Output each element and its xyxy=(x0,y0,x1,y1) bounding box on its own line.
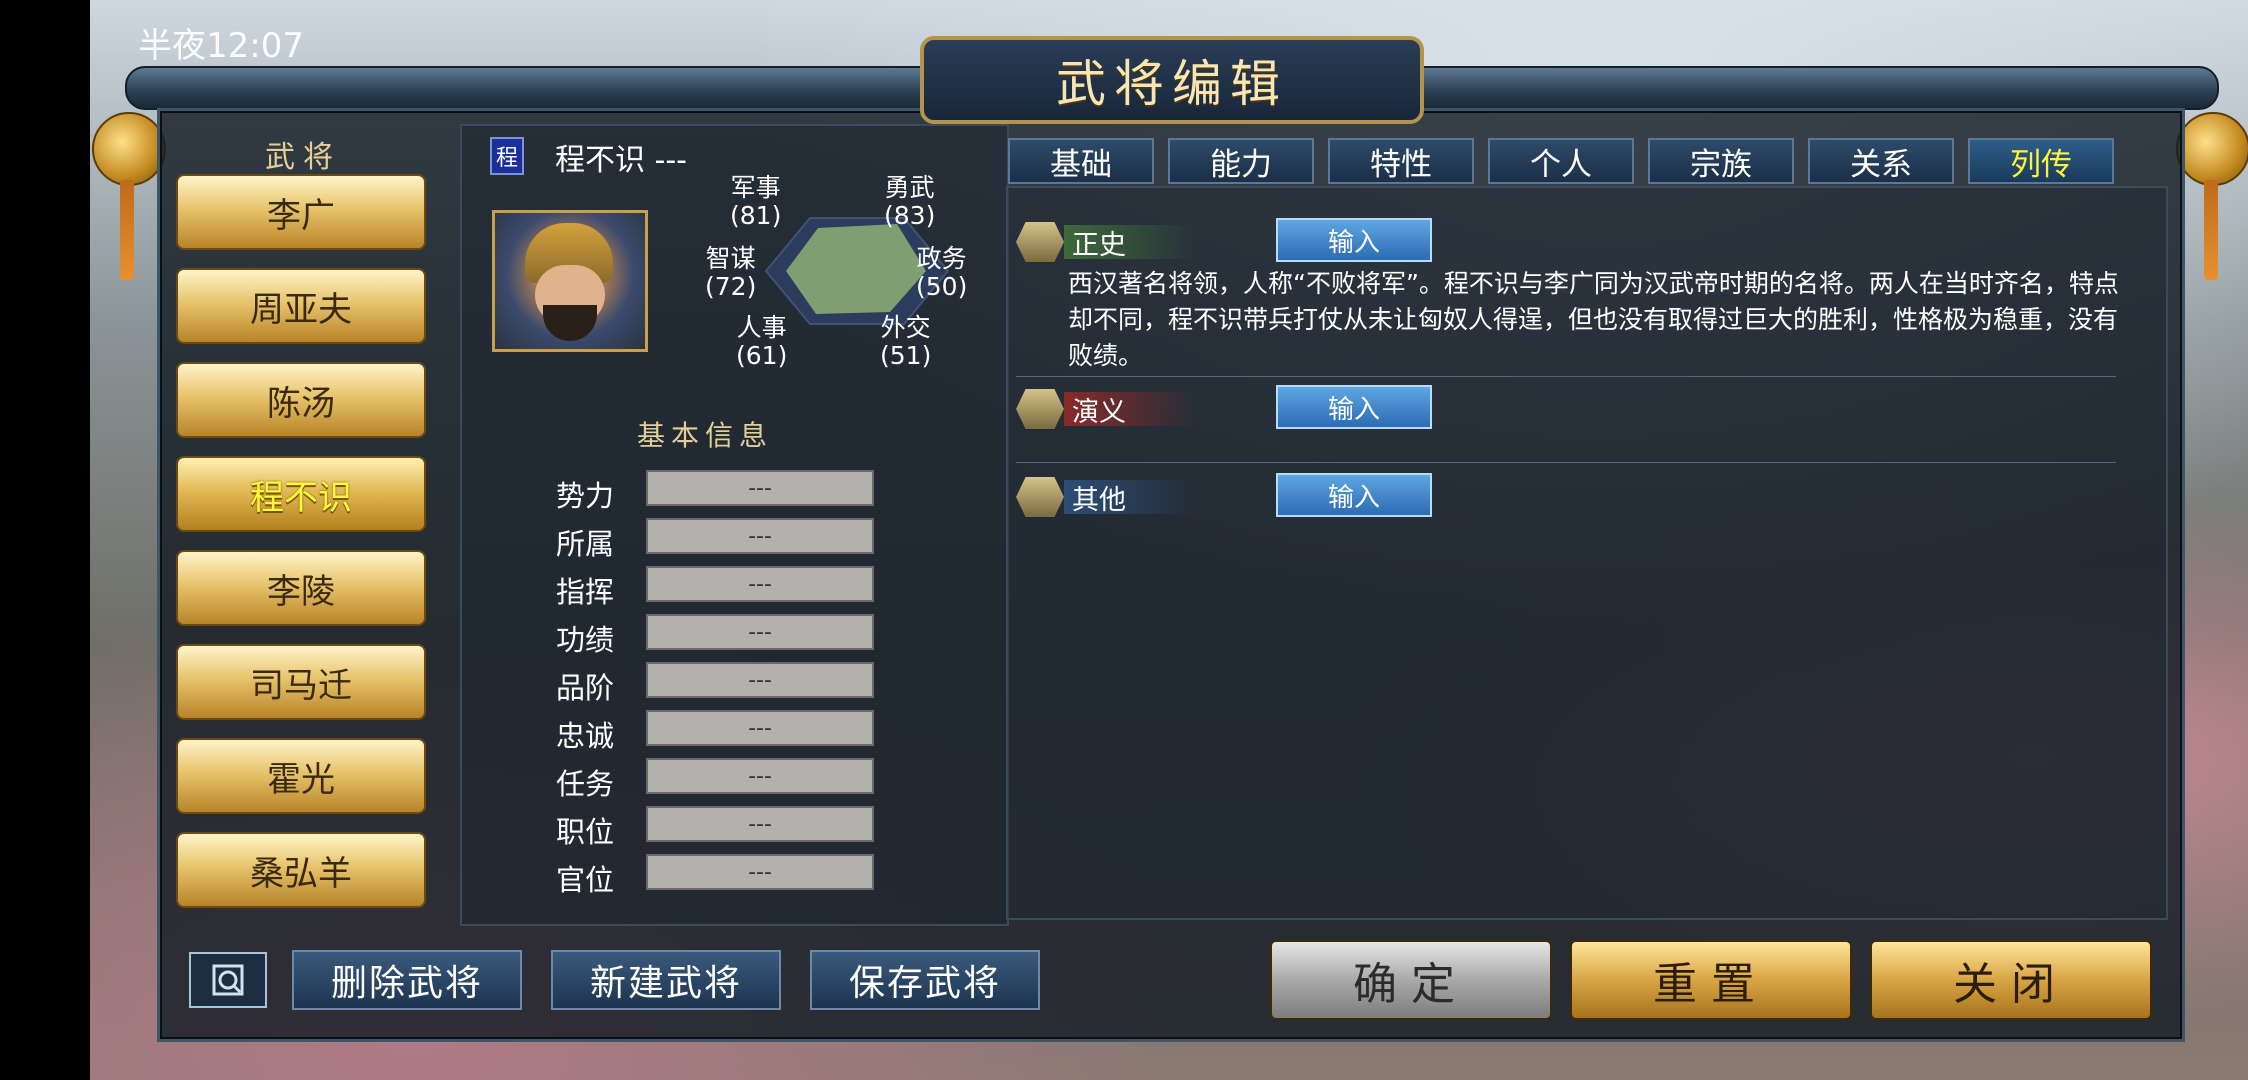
section-other: 其他 xyxy=(1016,477,1196,517)
tab-biography[interactable]: 列传 xyxy=(1968,138,2114,184)
general-item-selected[interactable]: 程不识 xyxy=(176,456,426,532)
status-time: 半夜12:07 xyxy=(138,26,304,66)
sidebar-header: 武将 xyxy=(265,140,341,175)
stat-label: 人事 xyxy=(736,313,787,342)
field-merit[interactable]: --- xyxy=(646,614,874,650)
section-emblem-icon xyxy=(1016,389,1064,429)
field-label: 任务 xyxy=(556,767,615,801)
right-knob-ornament xyxy=(2176,112,2248,186)
section-divider xyxy=(1016,376,2116,377)
general-item[interactable]: 司马迁 xyxy=(176,644,426,720)
left-knob-ornament xyxy=(92,112,166,186)
tab-clan[interactable]: 宗族 xyxy=(1648,138,1794,184)
stat-value: (51) xyxy=(880,341,932,370)
stat-strategy: 智谋 (72) xyxy=(705,245,756,301)
field-label: 忠诚 xyxy=(556,719,615,753)
section-romance: 演义 xyxy=(1016,389,1196,429)
general-portrait[interactable] xyxy=(492,210,648,352)
basic-info-title: 基本信息 xyxy=(636,419,773,452)
general-item[interactable]: 桑弘羊 xyxy=(176,832,426,908)
general-item[interactable]: 陈汤 xyxy=(176,362,426,438)
confirm-button[interactable]: 确定 xyxy=(1270,940,1552,1020)
tab-traits[interactable]: 特性 xyxy=(1328,138,1474,184)
general-list[interactable]: 李广 周亚夫 陈汤 程不识 李陵 司马迁 霍光 桑弘羊 xyxy=(176,174,428,936)
stat-label: 军事 xyxy=(730,173,781,202)
stat-label: 勇武 xyxy=(884,173,935,202)
tab-ability[interactable]: 能力 xyxy=(1168,138,1314,184)
stat-valor: 勇武 (83) xyxy=(884,174,935,230)
stat-value: (83) xyxy=(884,201,936,230)
general-item[interactable]: 周亚夫 xyxy=(176,268,426,344)
section-divider xyxy=(1016,462,2116,463)
reset-button[interactable]: 重置 xyxy=(1570,940,1852,1020)
beard-shape xyxy=(543,305,597,341)
left-tassel xyxy=(120,180,134,280)
field-task[interactable]: --- xyxy=(646,758,874,794)
field-label: 品阶 xyxy=(556,671,615,705)
stat-diplomacy: 外交 (51) xyxy=(880,314,931,370)
field-label: 所属 xyxy=(556,527,615,561)
other-input-button[interactable]: 输入 xyxy=(1276,473,1432,517)
general-item[interactable]: 李陵 xyxy=(176,550,426,626)
field-affiliation[interactable]: --- xyxy=(646,518,874,554)
tab-relations[interactable]: 关系 xyxy=(1808,138,1954,184)
field-label: 功绩 xyxy=(556,623,615,657)
field-faction[interactable]: --- xyxy=(646,470,874,506)
romance-input-button[interactable]: 输入 xyxy=(1276,385,1432,429)
section-label: 演义 xyxy=(1064,392,1196,428)
section-emblem-icon xyxy=(1016,222,1064,262)
faction-tag: 程 xyxy=(490,137,524,175)
field-rank[interactable]: --- xyxy=(646,662,874,698)
window-title: 武将编辑 xyxy=(1056,55,1288,113)
stat-value: (81) xyxy=(730,201,782,230)
general-item[interactable]: 李广 xyxy=(176,174,426,250)
field-label: 指挥 xyxy=(556,575,615,609)
stat-personnel: 人事 (61) xyxy=(736,314,787,370)
stat-value: (61) xyxy=(736,341,788,370)
tab-basic[interactable]: 基础 xyxy=(1008,138,1154,184)
close-button[interactable]: 关闭 xyxy=(1870,940,2152,1020)
new-general-button[interactable]: 新建武将 xyxy=(551,950,781,1010)
field-position[interactable]: --- xyxy=(646,806,874,842)
stat-value: (50) xyxy=(916,272,968,301)
stat-label: 智谋 xyxy=(705,244,756,273)
field-label: 官位 xyxy=(556,863,615,897)
official-history-text: 西汉著名将领，人称“不败将军”。程不识与李广同为汉武帝时期的名将。两人在当时齐名… xyxy=(1068,269,2119,370)
official-history-input-button[interactable]: 输入 xyxy=(1276,218,1432,262)
section-label: 正史 xyxy=(1064,225,1196,261)
field-office[interactable]: --- xyxy=(646,854,874,890)
tab-personal[interactable]: 个人 xyxy=(1488,138,1634,184)
delete-general-button[interactable]: 删除武将 xyxy=(292,950,522,1010)
stat-label: 外交 xyxy=(880,313,931,342)
save-general-button[interactable]: 保存武将 xyxy=(810,950,1040,1010)
stat-value: (72) xyxy=(705,272,757,301)
section-emblem-icon xyxy=(1016,477,1064,517)
stat-military: 军事 (81) xyxy=(730,174,781,230)
field-loyalty[interactable]: --- xyxy=(646,710,874,746)
general-name: 程不识 --- xyxy=(555,143,688,178)
section-label: 其他 xyxy=(1064,480,1196,516)
window-title-plate: 武将编辑 xyxy=(920,36,1424,124)
general-item[interactable]: 霍光 xyxy=(176,738,426,814)
stat-politics: 政务 (50) xyxy=(916,245,967,301)
stat-label: 政务 xyxy=(916,244,967,273)
section-official-history: 正史 xyxy=(1016,222,1196,262)
search-icon[interactable] xyxy=(189,952,267,1008)
right-tassel xyxy=(2204,180,2218,280)
field-label: 势力 xyxy=(556,479,615,513)
field-label: 职位 xyxy=(556,815,615,849)
field-command[interactable]: --- xyxy=(646,566,874,602)
